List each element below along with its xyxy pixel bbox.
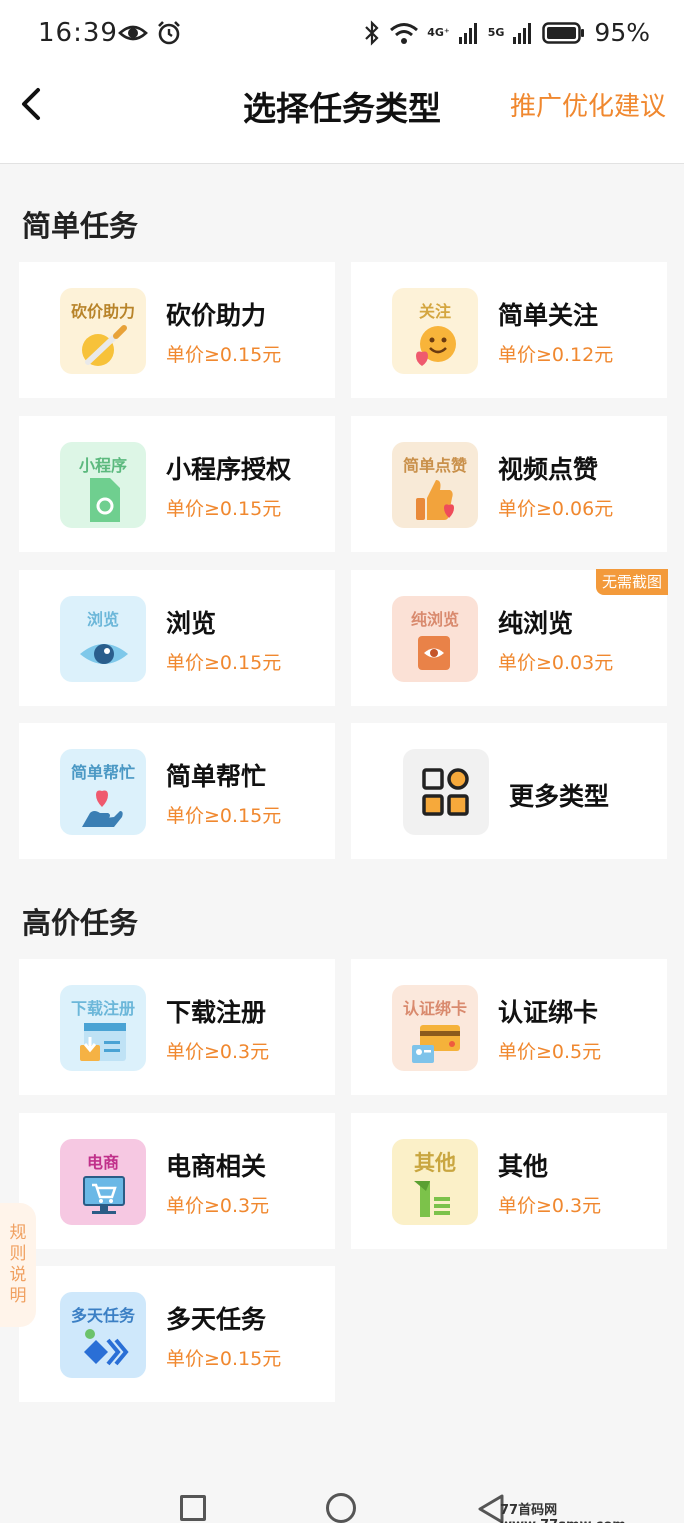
bluetooth-icon	[365, 19, 379, 46]
promotion-suggestion-link[interactable]: 推广优化建议	[510, 86, 666, 123]
list-icon	[414, 1181, 450, 1217]
signal-icon	[513, 22, 532, 44]
alarm-icon	[158, 21, 180, 45]
task-price: 单价≥0.15元	[166, 805, 282, 827]
download-window-icon	[80, 1023, 126, 1061]
task-name: 多天任务	[166, 1305, 267, 1334]
grid-icon	[403, 749, 489, 835]
app-header: 选择任务类型 推广优化建议	[0, 70, 684, 164]
eye-icon	[118, 25, 148, 41]
no-screenshot-badge: 无需截图	[595, 569, 668, 595]
eye-icon	[80, 644, 128, 664]
task-price: 单价≥0.3元	[498, 1195, 602, 1217]
task-name: 砍价助力	[166, 301, 267, 330]
network-label-4g: 4G⁺	[427, 26, 450, 39]
watermark-text: 77首码网 www.77smw.com	[500, 1503, 626, 1523]
simple-help-task-icon: 简单帮忙	[60, 749, 146, 835]
wifi-icon	[390, 22, 419, 44]
task-card-video-like[interactable]: 简单点赞 视频点赞 单价≥0.06元	[351, 416, 667, 552]
task-card-simple-help[interactable]: 简单帮忙 简单帮忙 单价≥0.15元	[19, 723, 335, 859]
task-name: 简单帮忙	[166, 762, 267, 791]
section-title-simple: 简单任务	[22, 209, 139, 243]
smile-heart-icon	[416, 326, 456, 366]
section-title-high: 高价任务	[22, 906, 139, 940]
eye-card-icon	[418, 636, 450, 670]
thumbs-up-icon	[416, 480, 454, 520]
credit-card-icon	[412, 1025, 460, 1063]
system-nav-bar: 77首码网 www.77smw.com	[0, 1467, 684, 1523]
knife-icon	[82, 325, 127, 366]
task-name: 下载注册	[166, 998, 267, 1027]
rules-side-tab[interactable]: 规 则 说 明	[0, 1203, 36, 1327]
document-link-icon	[90, 478, 120, 522]
rules-tab-char: 说	[9, 1265, 27, 1285]
other-task-icon: 其他	[392, 1139, 478, 1225]
task-card-verify-bind-card[interactable]: 认证绑卡 认证绑卡 单价≥0.5元	[351, 959, 667, 1095]
task-name: 纯浏览	[498, 609, 574, 638]
follow-task-icon: 关注	[392, 288, 478, 374]
chevrons-right-icon	[84, 1329, 129, 1366]
task-card-bargain[interactable]: 砍价助力 砍价助力 单价≥0.15元	[19, 262, 335, 398]
task-card-browse[interactable]: 浏览 浏览 单价≥0.15元	[19, 570, 335, 706]
task-card-follow[interactable]: 关注 简单关注 单价≥0.12元	[351, 262, 667, 398]
task-price: 单价≥0.15元	[166, 1348, 282, 1370]
task-price: 单价≥0.03元	[498, 652, 614, 674]
task-name: 浏览	[166, 609, 217, 638]
rules-tab-char: 明	[9, 1286, 27, 1306]
video-like-task-icon: 简单点赞	[392, 442, 478, 528]
network-label-5g: 5G	[487, 26, 505, 39]
hand-heart-icon	[82, 790, 123, 827]
task-price: 单价≥0.12元	[498, 344, 614, 366]
shopping-cart-monitor-icon	[83, 1176, 125, 1214]
status-bar: 16:39 4G⁺ 5G 95%	[0, 0, 684, 70]
more-types-button[interactable]: 更多类型	[351, 723, 667, 859]
signal-icon	[458, 22, 477, 44]
browse-task-icon: 浏览	[60, 596, 146, 682]
download-register-task-icon: 下载注册	[60, 985, 146, 1071]
battery-icon	[542, 21, 585, 44]
ecommerce-task-icon: 电商	[60, 1139, 146, 1225]
task-price: 单价≥0.15元	[166, 344, 282, 366]
task-name: 电商相关	[166, 1152, 267, 1181]
rules-tab-char: 则	[9, 1244, 27, 1264]
task-name: 视频点赞	[498, 455, 599, 484]
task-name: 小程序授权	[166, 455, 292, 484]
recent-apps-button[interactable]	[180, 1495, 206, 1521]
rules-tab-char: 规	[9, 1223, 27, 1243]
task-card-multi-day[interactable]: 多天任务 多天任务 单价≥0.15元	[19, 1266, 335, 1402]
miniprogram-task-icon: 小程序	[60, 442, 146, 528]
task-card-pure-browse[interactable]: 无需截图 纯浏览 纯浏览 单价≥0.03元	[351, 569, 668, 706]
task-price: 单价≥0.06元	[498, 498, 614, 520]
task-price: 单价≥0.3元	[166, 1195, 270, 1217]
verify-card-task-icon: 认证绑卡	[392, 985, 478, 1071]
task-price: 单价≥0.3元	[166, 1041, 270, 1063]
bargain-task-icon: 砍价助力	[60, 288, 146, 374]
home-button[interactable]	[326, 1493, 356, 1523]
task-card-miniprogram[interactable]: 小程序 小程序授权 单价≥0.15元	[19, 416, 335, 552]
status-time: 16:39	[38, 18, 118, 48]
battery-percent: 95%	[594, 18, 650, 47]
task-card-ecommerce[interactable]: 电商 电商相关 单价≥0.3元	[19, 1113, 335, 1249]
task-name: 简单关注	[498, 301, 599, 330]
task-card-download-register[interactable]: 下载注册 下载注册 单价≥0.3元	[19, 959, 335, 1095]
task-price: 单价≥0.15元	[166, 498, 282, 520]
pure-browse-task-icon: 纯浏览	[392, 596, 478, 682]
task-name: 认证绑卡	[498, 998, 599, 1027]
more-types-label: 更多类型	[509, 782, 610, 811]
task-price: 单价≥0.5元	[498, 1041, 602, 1063]
task-card-other[interactable]: 其他 其他 单价≥0.3元	[351, 1113, 667, 1249]
task-price: 单价≥0.15元	[166, 652, 282, 674]
task-name: 其他	[498, 1152, 549, 1181]
multi-day-task-icon: 多天任务	[60, 1292, 146, 1378]
